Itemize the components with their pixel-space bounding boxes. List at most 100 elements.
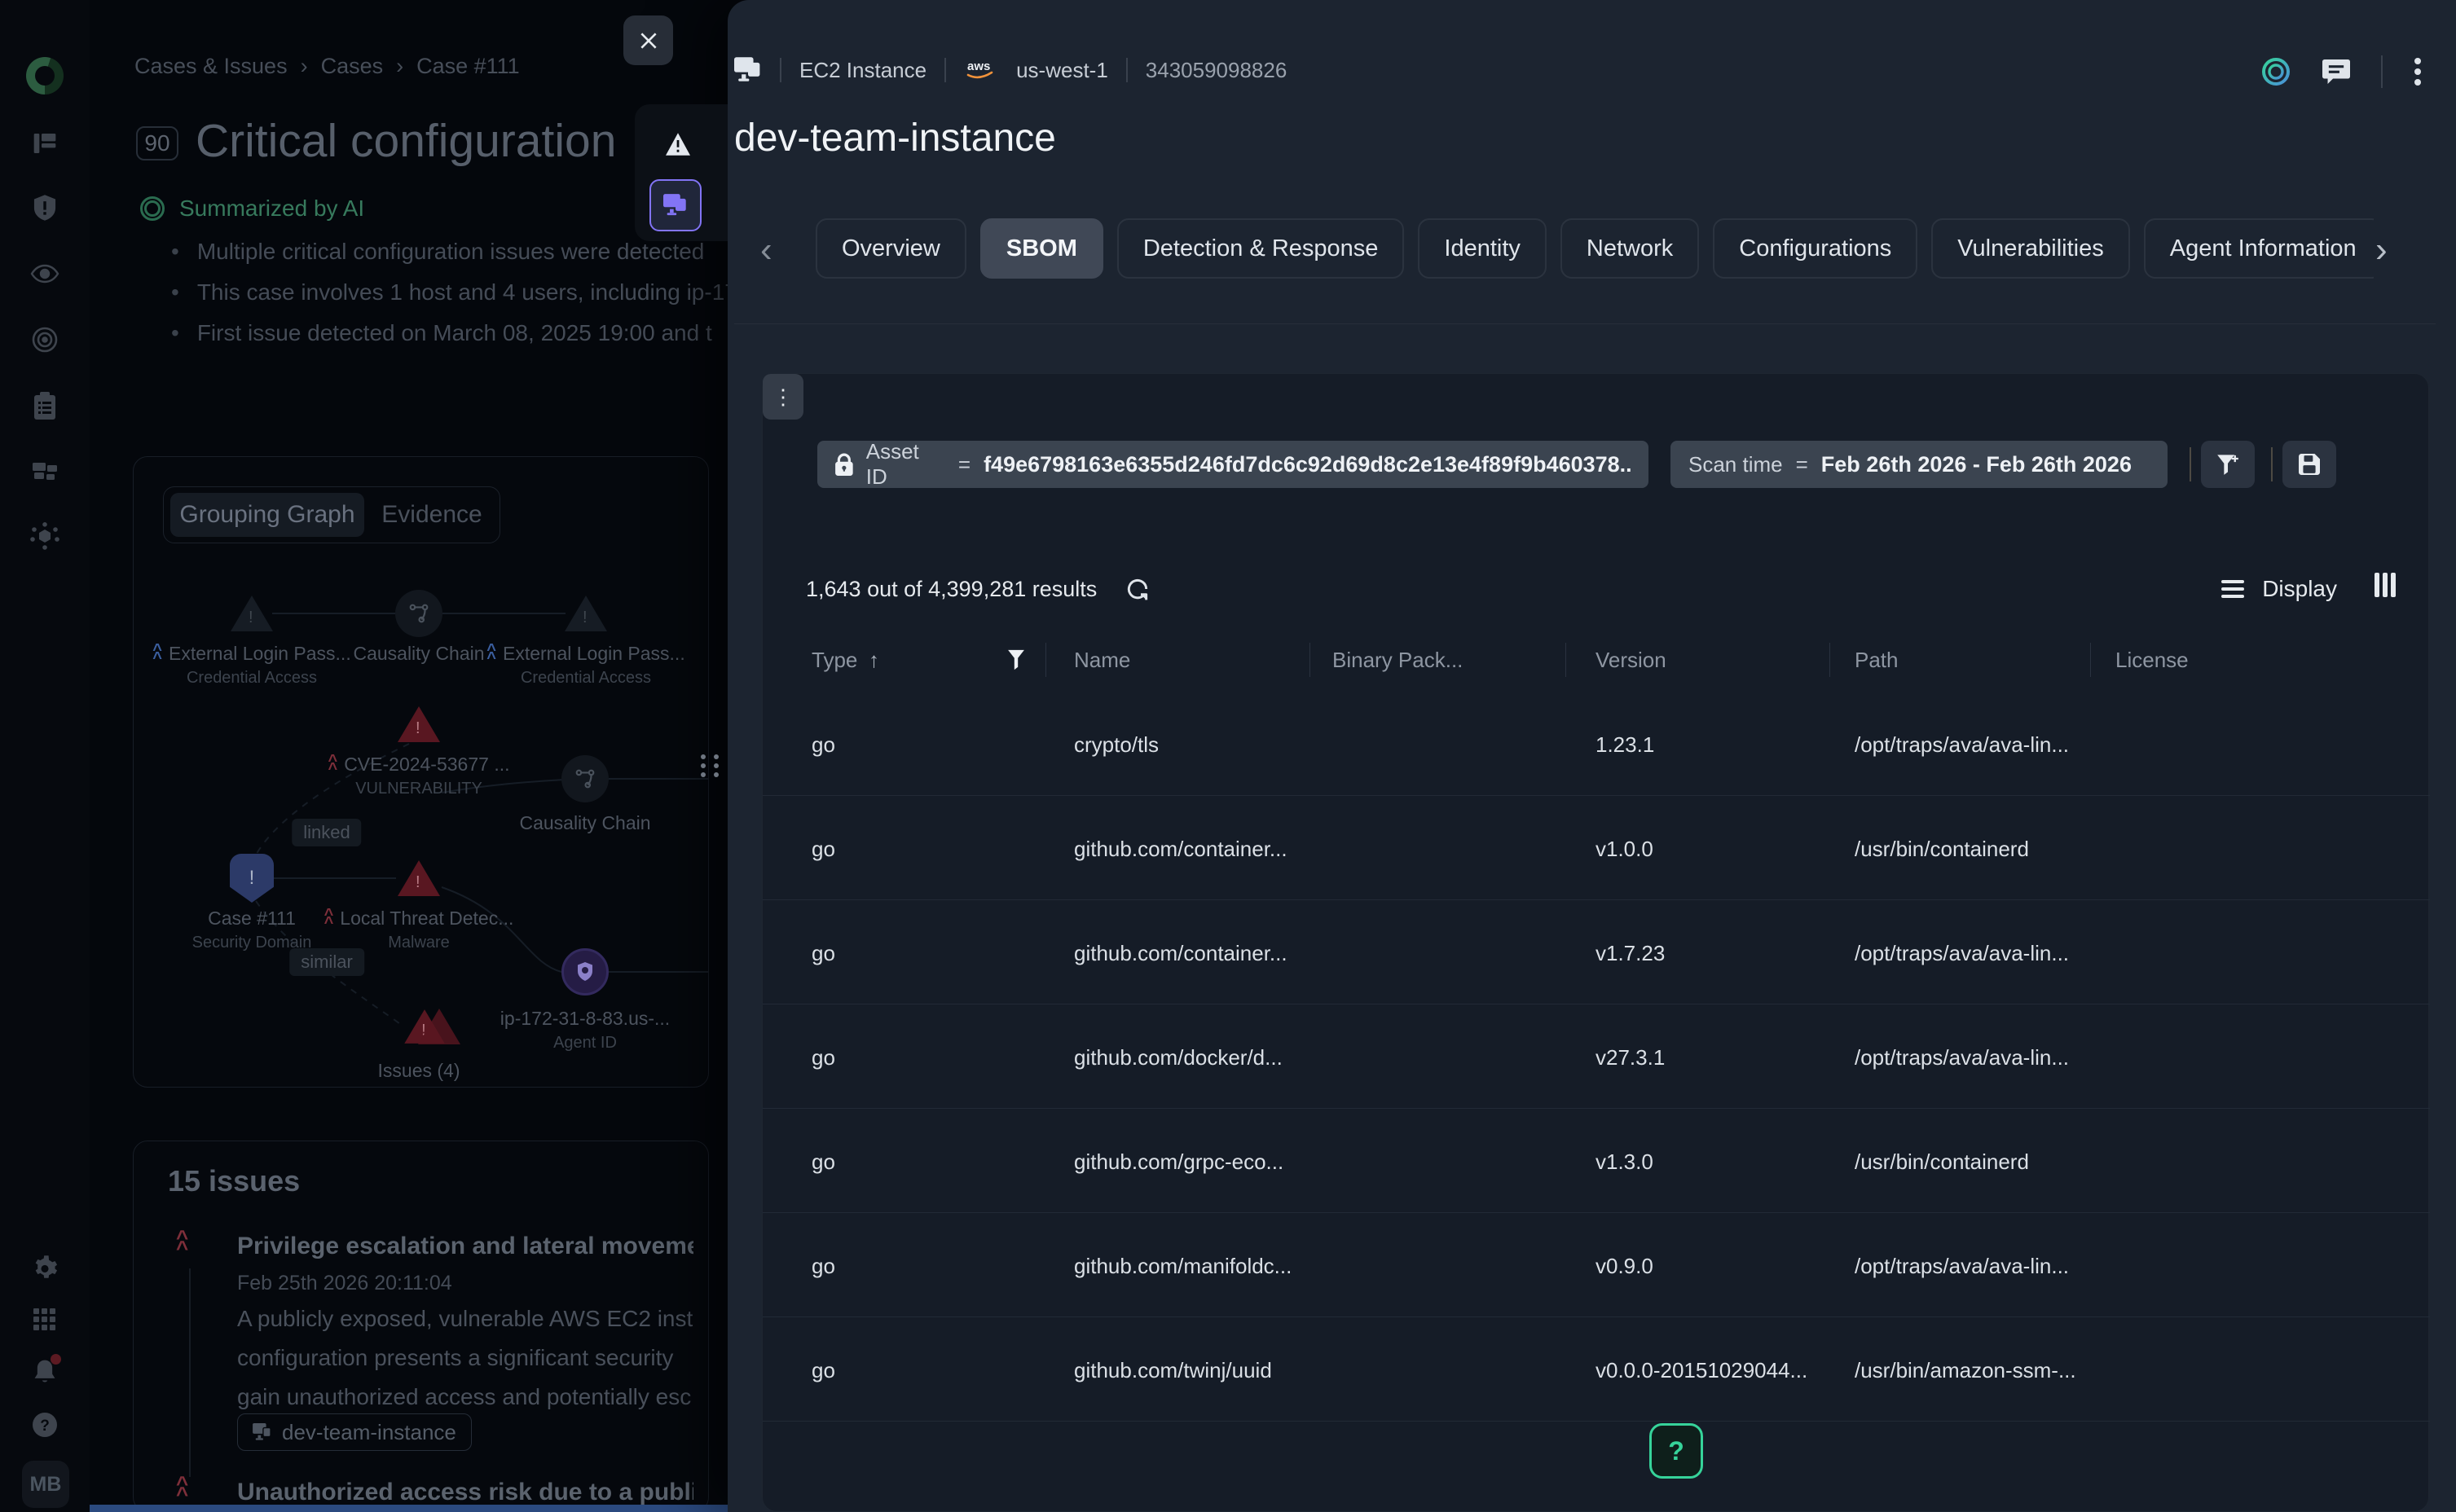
case-score-badge: 90 [136, 126, 178, 160]
issue-title[interactable]: Unauthorized access risk due to a public… [237, 1479, 693, 1506]
panel-tab[interactable]: SBOM [980, 218, 1103, 279]
columns-button[interactable] [2375, 573, 2396, 597]
separator [1829, 643, 1830, 677]
severity-chevrons-icon: ^^ [324, 911, 334, 927]
graph-node-causality-chain[interactable] [395, 590, 442, 637]
column-header-type[interactable]: Type [812, 648, 857, 673]
asset-chip[interactable]: dev-team-instance [237, 1413, 472, 1451]
refresh-icon[interactable] [1125, 576, 1151, 602]
apps-grid-icon[interactable] [32, 1307, 58, 1333]
tabs-scroll-right[interactable]: › [2375, 230, 2388, 270]
panel-tab[interactable]: Network [1560, 218, 1699, 279]
graph-node-causality-chain[interactable] [561, 755, 609, 802]
table-row[interactable]: go github.com/container... v1.7.23 /opt/… [763, 900, 2430, 1004]
monitor-icon [663, 194, 688, 217]
ai-assistant-icon[interactable] [2260, 56, 2291, 87]
edge-label-linked: linked [292, 819, 361, 846]
table-row[interactable]: go github.com/manifoldc... v0.9.0 /opt/t… [763, 1213, 2430, 1317]
cell-type: go [812, 1254, 835, 1279]
tabs-scroll-left[interactable]: ‹ [760, 230, 772, 270]
notifications-bell-icon[interactable] [32, 1358, 58, 1386]
sidebar-item-assets-blocks-icon[interactable] [31, 458, 59, 482]
asset-title: dev-team-instance [734, 116, 1056, 160]
separator [2090, 643, 2091, 677]
breadcrumb-case-111[interactable]: Case #111 [416, 54, 520, 79]
graph-node-agent[interactable] [561, 948, 609, 996]
save-view-button[interactable] [2282, 441, 2336, 488]
help-button[interactable]: ? [1649, 1423, 1703, 1479]
cell-name: github.com/container... [1074, 941, 1318, 966]
graph-node-issues-group[interactable]: ! [390, 1009, 447, 1046]
graph-node-issue[interactable]: ! [565, 596, 607, 631]
add-filter-button[interactable] [2201, 441, 2255, 488]
sidebar-item-dashboard[interactable] [32, 130, 58, 156]
panel-tab[interactable]: Identity [1418, 218, 1547, 279]
sidebar-item-reports-clipboard-icon[interactable] [33, 392, 57, 420]
graph-node-issue[interactable]: ! [231, 596, 273, 631]
asset-side-tab-active[interactable] [649, 179, 702, 231]
graph-node-cve[interactable]: ! [398, 706, 440, 742]
sort-asc-icon[interactable]: ↑ [869, 648, 879, 673]
column-header-path[interactable]: Path [1855, 648, 1899, 673]
column-header-binary-package[interactable]: Binary Pack... [1332, 648, 1463, 673]
panel-tab[interactable]: Overview [816, 218, 966, 279]
ai-bullet: First issue detected on March 08, 2025 1… [171, 320, 733, 346]
close-icon [638, 30, 659, 51]
separator [1565, 643, 1566, 677]
graph-node-case[interactable]: ! [230, 854, 274, 903]
cell-type: go [812, 941, 835, 966]
warning-triangle-icon [666, 133, 690, 156]
breadcrumb-cases-issues[interactable]: Cases & Issues [134, 54, 288, 79]
filter-chip-asset-id[interactable]: Asset ID = f49e6798163e6355d246fd7dc6c92… [817, 441, 1648, 488]
cell-type: go [812, 1358, 835, 1383]
alerts-side-tab[interactable] [653, 119, 703, 169]
asset-detail-panel: EC2 Instance aws us-west-1 343059098826 … [728, 0, 2456, 1512]
separator [1309, 643, 1310, 677]
issue-title[interactable]: Privilege escalation and lateral movemen… [237, 1233, 693, 1260]
help-circle-icon[interactable]: ? [31, 1411, 59, 1439]
settings-gear-icon[interactable] [31, 1254, 59, 1281]
filter-chip-scan-time[interactable]: Scan time = Feb 26th 2026 - Feb 26th 202… [1670, 441, 2168, 488]
panel-tab[interactable]: Vulnerabilities [1931, 218, 2129, 279]
table-row[interactable]: go github.com/container... v1.0.0 /usr/b… [763, 796, 2430, 900]
panel-tab[interactable]: Agent Information [2144, 218, 2374, 279]
breadcrumb-separator: › [396, 54, 403, 79]
column-header-version[interactable]: Version [1596, 648, 1666, 673]
column-header-name[interactable]: Name [1074, 648, 1130, 673]
table-row[interactable]: go github.com/docker/d... v27.3.1 /opt/t… [763, 1004, 2430, 1109]
sidebar-item-cases-shield-icon[interactable] [32, 194, 58, 222]
notification-dot [51, 1354, 61, 1365]
table-row[interactable]: go github.com/grpc-eco... v1.3.0 /usr/bi… [763, 1109, 2430, 1213]
column-header-license[interactable]: License [2115, 648, 2189, 673]
table-header: Type ↑ Name Binary Pack... Version Path … [763, 636, 2430, 687]
severity-chevrons-icon: ^^ [176, 1479, 188, 1500]
svg-text:aws: aws [967, 59, 990, 73]
close-panel-button[interactable] [623, 15, 673, 65]
comment-icon[interactable] [2322, 59, 2350, 85]
display-button[interactable]: Display [2221, 576, 2337, 602]
breadcrumb-cases[interactable]: Cases [321, 54, 384, 79]
cell-type: go [812, 732, 835, 758]
panel-tab[interactable]: Configurations [1713, 218, 1917, 279]
severity-chevrons-icon: ^^ [328, 757, 338, 773]
cell-name: github.com/docker/d... [1074, 1045, 1318, 1070]
cortex-logo[interactable] [26, 57, 64, 94]
cell-type: go [812, 1045, 835, 1070]
table-row[interactable]: go crypto/tls 1.23.1 /opt/traps/ava/ava-… [763, 692, 2430, 796]
cell-path: /opt/traps/ava/ava-lin... [1855, 1254, 2099, 1279]
more-filters-button[interactable]: ⋮ [763, 374, 803, 420]
panel-resize-handle[interactable] [699, 748, 720, 784]
user-avatar[interactable]: MB [22, 1461, 69, 1508]
sidebar-item-malware-spider-icon[interactable] [30, 522, 59, 550]
table-row[interactable]: go github.com/twinj/uuid v0.0.0-20151029… [763, 1317, 2430, 1422]
kebab-menu-icon[interactable] [2414, 57, 2422, 86]
separator [944, 58, 946, 82]
monitor-icon [253, 1423, 272, 1441]
cell-version: v1.3.0 [1596, 1149, 1832, 1175]
sidebar-item-visibility-eye-icon[interactable] [30, 264, 59, 284]
active-filter-funnel-icon[interactable] [1007, 649, 1025, 670]
panel-tab[interactable]: Detection & Response [1117, 218, 1405, 279]
sidebar-item-threat-intel-target-icon[interactable] [31, 326, 59, 354]
cell-name: github.com/container... [1074, 837, 1318, 862]
graph-node-local-threat[interactable]: ! [398, 860, 440, 896]
